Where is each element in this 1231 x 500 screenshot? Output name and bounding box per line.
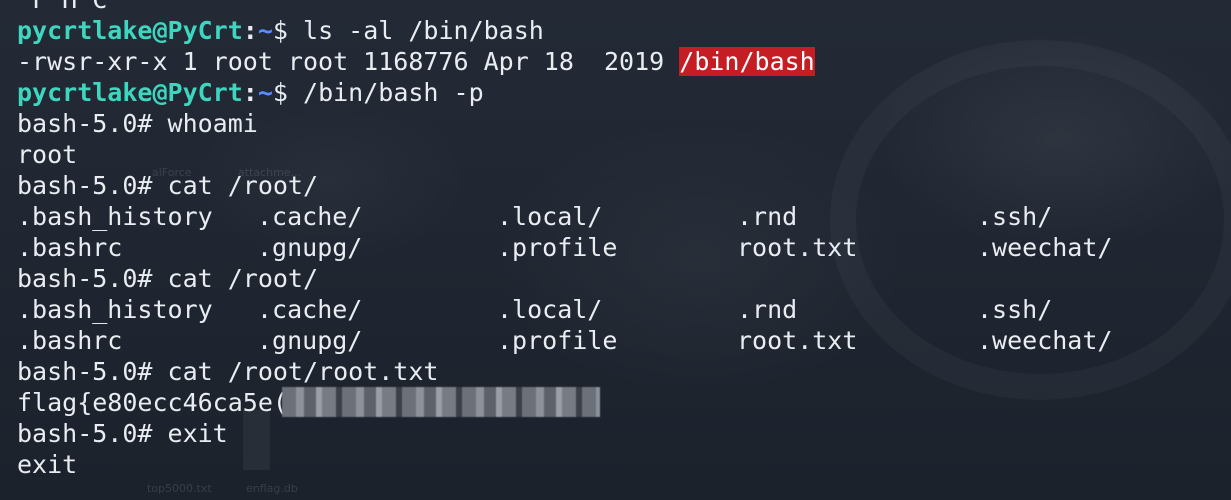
completion-entry: .bashrc xyxy=(17,326,123,355)
completion-entry: .local/ xyxy=(497,295,603,324)
completion-entry: root.txt xyxy=(737,233,858,262)
root-shell-command: bash-5.0# cat /root/root.txt xyxy=(17,357,439,386)
prompt-path: ~ xyxy=(257,16,273,45)
redacted-flag-blur xyxy=(281,387,600,417)
root-shell-command: bash-5.0# cat /root/ xyxy=(17,171,319,200)
completion-row: .bash_history .cache/ .local/ .rnd .ssh/ xyxy=(17,294,1231,325)
ls-output-line: -rwsr-xr-x 1 root root 1168776 Apr 18 20… xyxy=(17,46,1231,77)
completion-entry: .profile xyxy=(497,233,618,262)
terminal-line: ^F^H^C xyxy=(17,0,1231,15)
command-output: root xyxy=(17,140,78,169)
completion-row: .bash_history .cache/ .local/ .rnd .ssh/ xyxy=(17,201,1231,232)
terminal-cursor-shadow xyxy=(243,410,270,470)
prompt-user-host: pycrtlake@PyCrt xyxy=(17,16,243,45)
completion-entry: .local/ xyxy=(497,202,603,231)
prompt-symbol: $ xyxy=(272,16,288,45)
completion-entry: .bash_history xyxy=(17,295,213,324)
completion-entry: .ssh/ xyxy=(977,202,1053,231)
prompt-command: /bin/bash -p xyxy=(287,78,484,107)
root-shell-command: bash-5.0# exit xyxy=(17,419,228,448)
completion-entry: root.txt xyxy=(737,326,858,355)
prompt-line: pycrtlake@PyCrt:~$ /bin/bash -p xyxy=(17,77,1231,108)
completion-row: .bashrc .gnupg/ .profile root.txt .weechat/ xyxy=(17,232,1231,263)
completion-entry: .rnd xyxy=(737,295,798,324)
prompt-line: pycrtlake@PyCrt:~$ ls -al /bin/bash xyxy=(17,15,1231,46)
prompt-separator: : xyxy=(242,16,258,45)
flag-output-line: flag{e80ecc46ca5e( xyxy=(17,387,1231,418)
completion-entry: .gnupg/ xyxy=(257,233,363,262)
root-shell-command: bash-5.0# cat /root/ xyxy=(17,264,319,293)
completion-entry: .ssh/ xyxy=(977,295,1053,324)
ls-permissions-text: -rwsr-xr-x 1 root root 1168776 Apr 18 20… xyxy=(17,47,680,76)
terminal-output[interactable]: ^F^H^C pycrtlake@PyCrt:~$ ls -al /bin/ba… xyxy=(17,0,1231,500)
completion-entry: .cache/ xyxy=(257,202,363,231)
completion-row: .bashrc .gnupg/ .profile root.txt .weechat/ xyxy=(17,325,1231,356)
prompt-user-host: pycrtlake@PyCrt xyxy=(17,78,243,107)
completion-entry: .bashrc xyxy=(17,233,123,262)
root-shell-command: bash-5.0# whoami xyxy=(17,109,258,138)
completion-entry: .weechat/ xyxy=(977,233,1113,262)
highlighted-suid-path: /bin/bash xyxy=(679,47,815,76)
completion-entry: .gnupg/ xyxy=(257,326,363,355)
completion-entry: .weechat/ xyxy=(977,326,1113,355)
prompt-path: ~ xyxy=(257,78,273,107)
completion-entry: .rnd xyxy=(737,202,798,231)
prompt-separator: : xyxy=(242,78,258,107)
prompt-command: ls -al /bin/bash xyxy=(287,16,544,45)
completion-entry: .profile xyxy=(497,326,618,355)
prompt-symbol: $ xyxy=(272,78,288,107)
completion-entry: .bash_history xyxy=(17,202,213,231)
command-output: exit xyxy=(17,450,78,479)
completion-entry: .cache/ xyxy=(257,295,363,324)
